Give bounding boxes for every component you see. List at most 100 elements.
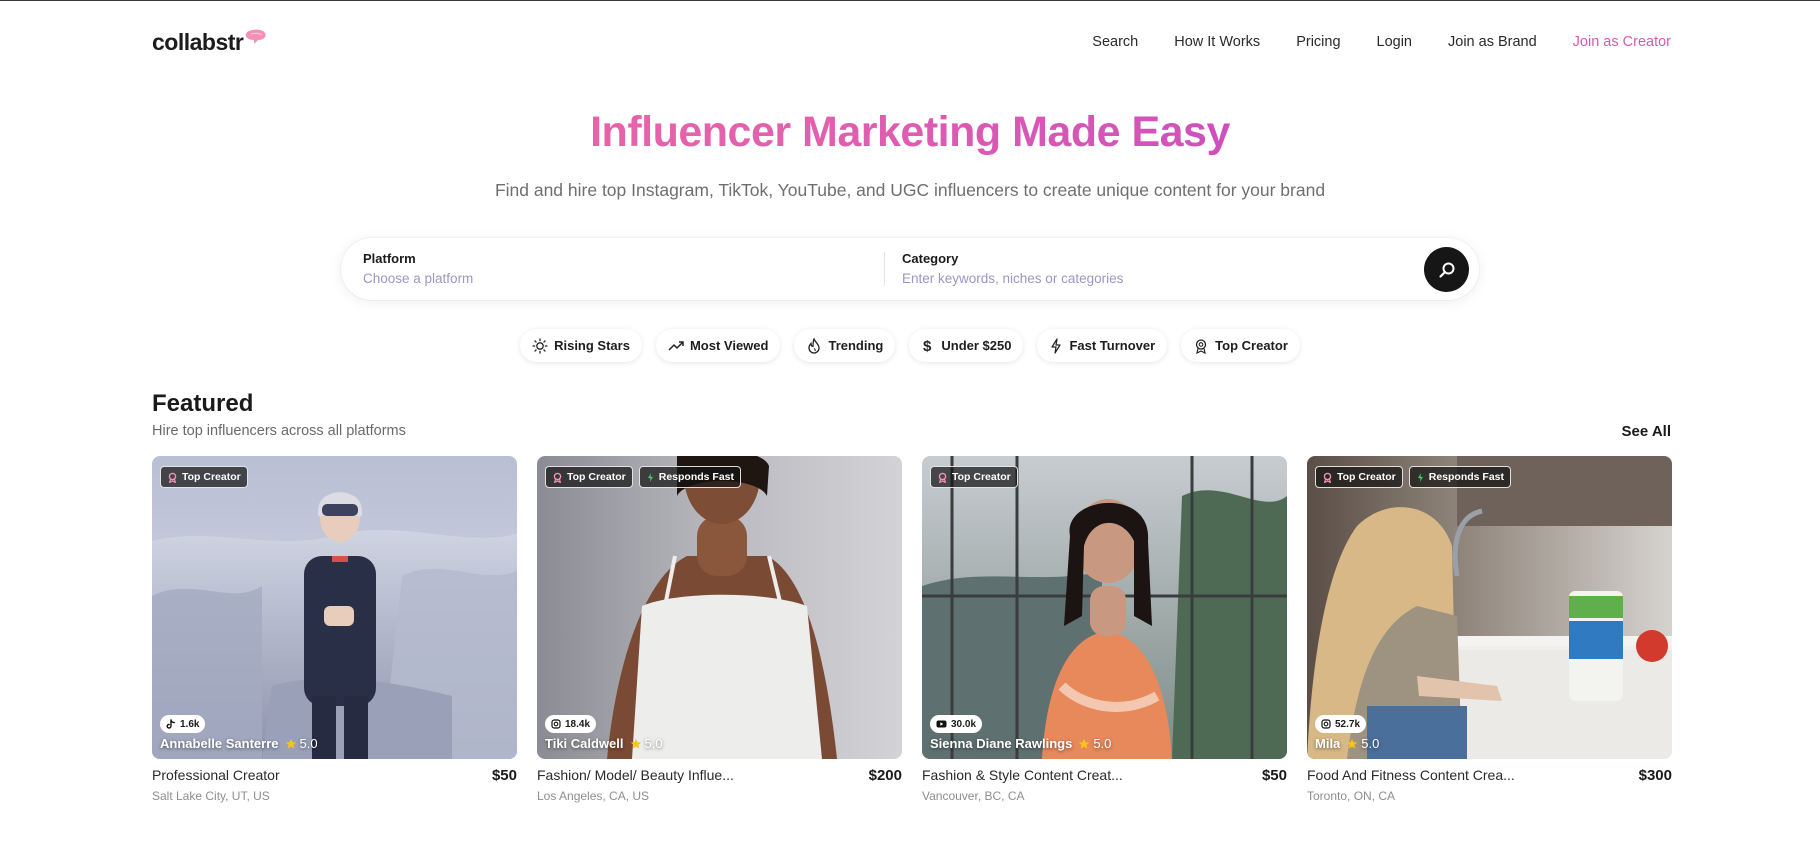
nav-search[interactable]: Search (1092, 34, 1138, 50)
card-meta: Food And Fitness Content Crea... $300 (1307, 767, 1672, 784)
top-creator-badge: Top Creator (930, 466, 1018, 488)
rating: 5.0 (630, 736, 663, 751)
creator-location: Toronto, ON, CA (1307, 789, 1396, 803)
creator-location: Vancouver, BC, CA (922, 789, 1025, 803)
chip-label: Trending (828, 338, 884, 353)
star-icon (1347, 738, 1358, 749)
badge-label: Top Creator (182, 471, 241, 483)
follower-count-value: 52.7k (1335, 718, 1361, 730)
creator-card[interactable]: Top Creator Responds Fast 52.7k Mila 5.0 (1307, 456, 1672, 803)
top-creator-badge: Top Creator (1315, 466, 1403, 488)
flame-icon (808, 337, 821, 354)
chip-label: Under $250 (941, 338, 1012, 353)
rating-value: 5.0 (1093, 736, 1112, 751)
instagram-icon (1321, 719, 1331, 729)
creator-card[interactable]: Top Creator Responds Fast 18.4k Tiki Cal… (537, 456, 902, 803)
follower-count-value: 30.0k (951, 718, 977, 730)
chip-label: Top Creator (1215, 338, 1288, 353)
search-button[interactable] (1424, 247, 1469, 292)
creator-card[interactable]: Top Creator 30.0k Sienna Diane Rawlings … (922, 456, 1287, 803)
creator-price: $50 (491, 767, 517, 784)
award-icon (1323, 472, 1332, 483)
top-creator-badge: Top Creator (160, 466, 248, 488)
creator-name-row: Sienna Diane Rawlings 5.0 (930, 736, 1111, 751)
badge-label: Top Creator (567, 471, 626, 483)
badges: Top Creator (160, 466, 248, 488)
creator-name-row: Mila 5.0 (1315, 736, 1379, 751)
nav-join-brand[interactable]: Join as Brand (1448, 34, 1537, 50)
rating: 5.0 (1346, 736, 1379, 751)
instagram-icon (551, 719, 561, 729)
star-icon (1079, 738, 1090, 749)
follower-count: 52.7k (1315, 715, 1367, 733)
creator-title: Food And Fitness Content Crea... (1307, 767, 1515, 783)
creator-photo: Top Creator Responds Fast 18.4k Tiki Cal… (537, 456, 902, 759)
responds-fast-badge: Responds Fast (638, 466, 741, 488)
chip-rising-stars[interactable]: Rising Stars (520, 329, 642, 362)
category-placeholder: Enter keywords, niches or categories (902, 271, 1124, 286)
creator-location: Salt Lake City, UT, US (152, 789, 270, 803)
award-icon (938, 472, 947, 483)
creator-card[interactable]: Top Creator 1.6k Annabelle Santerre 5.0 … (152, 456, 517, 803)
creator-photo-image (922, 456, 1287, 759)
chip-under-250[interactable]: $ Under $250 (909, 329, 1024, 362)
see-all-link[interactable]: See All (1622, 423, 1671, 440)
logo-text: collabstr (152, 28, 244, 55)
star-icon (630, 738, 641, 749)
platform-placeholder: Choose a platform (363, 271, 474, 286)
creator-price: $200 (868, 767, 902, 784)
chip-top-creator[interactable]: Top Creator (1181, 329, 1300, 362)
nav-join-creator[interactable]: Join as Creator (1573, 34, 1671, 50)
nav-login[interactable]: Login (1377, 34, 1412, 50)
rating-value: 5.0 (299, 736, 318, 751)
creator-photo: Top Creator 1.6k Annabelle Santerre 5.0 (152, 456, 517, 759)
category-label: Category (902, 251, 959, 266)
card-meta: Fashion & Style Content Creat... $50 (922, 767, 1287, 784)
follower-count-value: 18.4k (565, 718, 591, 730)
chip-label: Most Viewed (689, 338, 769, 353)
search-bar: Platform Choose a platform Category Ente… (341, 238, 1479, 300)
creator-photo-image (537, 456, 902, 759)
featured-title: Featured (152, 390, 254, 417)
bolt-icon (1417, 472, 1423, 482)
badge-label: Responds Fast (658, 471, 734, 483)
creator-photo-image (1307, 456, 1672, 759)
rating-value: 5.0 (644, 736, 663, 751)
badges: Top Creator (930, 466, 1018, 488)
rating: 5.0 (1078, 736, 1111, 751)
logo[interactable]: collabstr (152, 29, 267, 56)
creator-name: Mila (1315, 736, 1341, 751)
card-meta: Fashion/ Model/ Beauty Influe... $200 (537, 767, 902, 784)
chip-label: Fast Turnover (1069, 338, 1156, 353)
search-divider (884, 252, 885, 286)
nav-pricing[interactable]: Pricing (1296, 34, 1340, 50)
follower-count-value: 1.6k (180, 718, 200, 730)
chip-trending[interactable]: Trending (794, 329, 896, 362)
tiktok-icon (166, 719, 175, 729)
nav-how-it-works[interactable]: How It Works (1174, 34, 1260, 50)
category-field[interactable]: Category Enter keywords, niches or categ… (902, 251, 1402, 286)
follower-count: 30.0k (930, 715, 983, 733)
creator-name: Sienna Diane Rawlings (930, 736, 1073, 751)
bolt-icon (647, 472, 653, 482)
creator-photo-image (152, 456, 517, 759)
chip-fast-turnover[interactable]: Fast Turnover (1037, 329, 1168, 362)
trending-up-icon (668, 340, 684, 351)
top-creator-badge: Top Creator (545, 466, 633, 488)
platform-label: Platform (363, 251, 416, 266)
badges: Top Creator Responds Fast (545, 466, 741, 488)
chip-most-viewed[interactable]: Most Viewed (655, 329, 781, 362)
logo-mark-icon (246, 29, 266, 44)
creator-location: Los Angeles, CA, US (537, 789, 650, 803)
star-icon (285, 738, 296, 749)
youtube-icon (936, 720, 947, 728)
follower-count: 18.4k (545, 715, 597, 733)
platform-field[interactable]: Platform Choose a platform (363, 251, 863, 286)
creator-title: Fashion & Style Content Creat... (922, 767, 1123, 783)
creator-name-row: Annabelle Santerre 5.0 (160, 736, 318, 751)
rating-value: 5.0 (1361, 736, 1380, 751)
featured-subtitle: Hire top influencers across all platform… (152, 423, 406, 439)
site-header: collabstr Search How It Works Pricing Lo… (152, 24, 1671, 60)
search-icon (1438, 262, 1454, 278)
creator-name: Annabelle Santerre (160, 736, 279, 751)
